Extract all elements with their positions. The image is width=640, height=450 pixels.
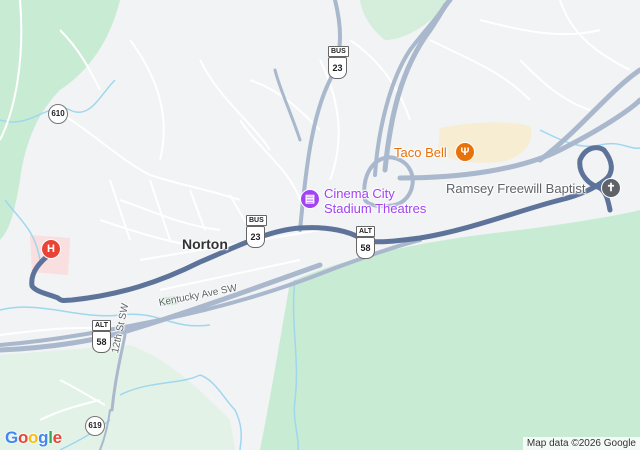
poi-taco-bell-label[interactable]: Taco Bell (394, 145, 447, 160)
us-route-shield-icon: 58 (356, 237, 375, 259)
logo-letter: G (5, 428, 18, 447)
shield-tag: BUS (246, 215, 267, 226)
hospital-icon[interactable]: H (41, 239, 61, 259)
poi-cinema-label-line2: Stadium Theatres (324, 201, 427, 216)
poi-cinema-label-line1: Cinema City (324, 186, 395, 201)
state-route-shield-610-icon: 610 (48, 104, 68, 124)
map-attribution[interactable]: Map data ©2026 Google (522, 437, 640, 450)
poi-church-label[interactable]: Ramsey Freewill Baptist (446, 181, 585, 196)
church-icon[interactable]: ✝ (601, 178, 621, 198)
shield-bus-23-top: BUS 23 (328, 46, 349, 79)
shield-alt-58-low: ALT 58 (92, 320, 112, 353)
shield-tag: ALT (92, 320, 112, 331)
shield-tag: BUS (328, 46, 349, 57)
map-base-layer (0, 0, 640, 450)
shield-bus-23-mid: BUS 23 (246, 215, 267, 248)
logo-letter: e (52, 428, 62, 447)
us-route-shield-icon: 23 (328, 57, 347, 79)
logo-letter: o (28, 428, 39, 447)
poi-cinema-label[interactable]: Cinema City Stadium Theatres (324, 186, 426, 216)
place-label-norton: Norton (182, 236, 228, 252)
us-23-bus-branch (273, 68, 302, 142)
google-logo[interactable]: Google (5, 428, 62, 448)
map-canvas[interactable]: Norton ▤ Cinema City Stadium Theatres Ta… (0, 0, 640, 450)
us-route-shield-icon: 58 (92, 331, 111, 353)
us-route-shield-icon: 23 (246, 226, 265, 248)
state-route-shield-619-icon: 619 (85, 416, 105, 436)
logo-letter: o (17, 428, 29, 447)
shield-alt-58-mid: ALT 58 (356, 226, 376, 259)
logo-letter: g (38, 428, 49, 447)
shield-tag: ALT (356, 226, 376, 237)
fork-knife-icon[interactable]: Ψ (455, 142, 475, 162)
commercial-area (438, 122, 532, 163)
film-icon[interactable]: ▤ (300, 189, 320, 209)
forest-area-south (260, 210, 640, 450)
